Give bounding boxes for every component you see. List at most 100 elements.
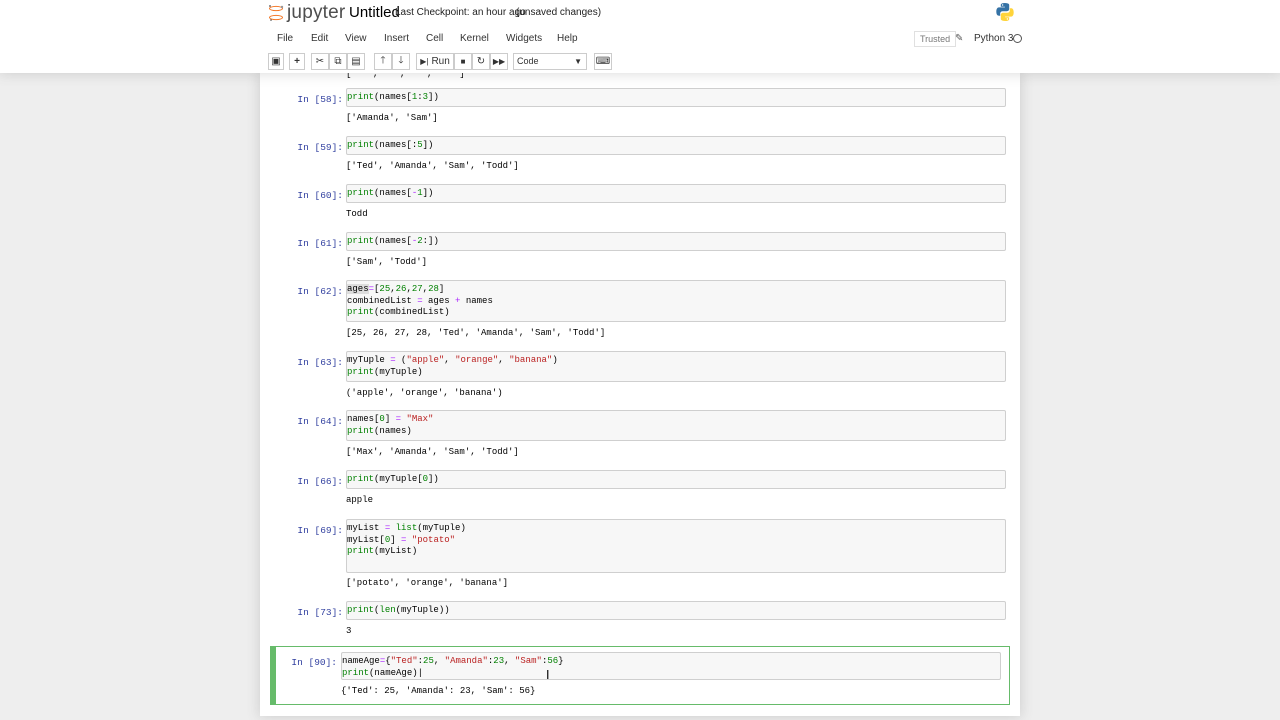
code-input[interactable]: myTuple = ("apple", "orange", "banana") … (346, 351, 1006, 382)
code-cell[interactable]: In [61]: print(names[-2:]) ['Sam', 'Todd… (270, 232, 1010, 278)
cell-type-value: Code (517, 56, 539, 66)
code-cell[interactable]: In [73]: print(len(myTuple)) 3 (270, 601, 1010, 647)
cell-output: ['Sam', 'Todd'] (346, 257, 428, 267)
code-line: nameAge={"Ted":25, "Amanda":23, "Sam":56… (342, 656, 564, 666)
kernel-idle-icon (1013, 34, 1022, 43)
pencil-icon[interactable]: ✎ (955, 33, 963, 44)
code-cell[interactable]: In [59]: print(names[:5]) ['Ted', 'Amand… (270, 136, 1010, 182)
command-palette-button[interactable]: ⌨ (594, 53, 612, 70)
cell-type-select[interactable]: Code ▼ (513, 53, 587, 70)
input-prompt: In [58]: (297, 94, 343, 105)
code-cell[interactable]: In [64]: names[0] = "Max" print(names) [… (270, 410, 1010, 464)
move-down-button[interactable]: 🡓 (392, 53, 410, 70)
code-line: print(names[1:3]) (347, 92, 439, 102)
arrow-up-icon: 🡑 (380, 55, 386, 66)
code-input[interactable]: nameAge={"Ted":25, "Amanda":23, "Sam":56… (341, 652, 1001, 680)
notebook-site[interactable]: [ ' ', ' ', ' ', ' ' ] In [58]: print(na… (0, 73, 1280, 720)
code-line: print(names) (347, 425, 412, 436)
code-line: print(myTuple) (347, 366, 423, 377)
save-button[interactable]: ▣ (268, 53, 284, 70)
fast-forward-icon: ▶▶ (492, 57, 506, 66)
plus-icon: + (294, 56, 300, 67)
jupyter-logo-text: jupyter (287, 2, 346, 23)
code-input[interactable]: myList = list(myTuple) myList[0] = "pota… (346, 519, 1006, 573)
run-label: Run (431, 56, 450, 67)
trusted-indicator[interactable]: Trusted (914, 31, 957, 47)
paste-icon: ▤ (351, 56, 361, 67)
notebook-container: [ ' ', ' ', ' ', ' ' ] In [58]: print(na… (260, 73, 1020, 716)
code-line: print(names[:5]) (347, 140, 434, 150)
code-cell[interactable]: In [58]: print(names[1:3]) ['Amanda', 'S… (270, 88, 1010, 134)
cut-button[interactable]: ✂ (311, 53, 329, 70)
code-input[interactable]: print(names[-2:]) (346, 232, 1006, 251)
code-input[interactable]: print(names[1:3]) (346, 88, 1006, 107)
code-line: print(names[-2:]) (347, 236, 439, 246)
code-cell[interactable]: In [60]: print(names[-1]) Todd (270, 184, 1010, 230)
input-prompt: In [90]: (291, 657, 337, 668)
code-cell[interactable]: In [63]: myTuple = ("apple", "orange", "… (270, 351, 1010, 405)
code-input[interactable]: names[0] = "Max" print(names) (346, 410, 1006, 441)
cell-output: ['Ted', 'Amanda', 'Sam', 'Todd'] (346, 161, 519, 171)
jupyter-orb-icon (269, 5, 284, 21)
input-prompt: In [64]: (297, 416, 343, 427)
code-line: print(names[-1]) (347, 188, 434, 198)
cell-output: ('apple', 'orange', 'banana') (346, 388, 503, 398)
code-line: myList[0] = "potato" (347, 534, 456, 545)
chevron-down-icon: ▼ (574, 57, 582, 66)
cell-output: apple (346, 495, 374, 505)
interrupt-button[interactable]: ■ (454, 53, 472, 70)
input-prompt: In [59]: (297, 142, 343, 153)
menu-edit[interactable]: Edit (311, 33, 328, 44)
copy-icon: ⧉ (334, 56, 342, 67)
selected-cell-bar (271, 647, 276, 704)
code-input[interactable]: ages=[25,26,27,28] combinedList = ages +… (346, 280, 1006, 322)
menu-widgets[interactable]: Widgets (506, 33, 542, 44)
text-cursor-icon: I (546, 668, 550, 682)
code-line: print(combinedList) (347, 307, 450, 317)
notebook-name[interactable]: Untitled (349, 4, 400, 21)
arrow-down-icon: 🡓 (398, 55, 404, 66)
clipped-previous-output: [ ' ', ' ', ' ', ' ' ] (346, 73, 465, 79)
scissors-icon: ✂ (315, 56, 325, 67)
menu-view[interactable]: View (345, 33, 367, 44)
paste-button[interactable]: ▤ (347, 53, 365, 70)
cell-output: Todd (346, 209, 368, 219)
input-prompt: In [73]: (297, 607, 343, 618)
selected-cell[interactable]: In [90]: nameAge={"Ted":25, "Amanda":23,… (270, 646, 1010, 705)
code-line: ages=[25,26,27,28] (347, 284, 445, 294)
input-prompt: In [61]: (297, 238, 343, 249)
toolbar: ▣ + ✂ ⧉ ▤ 🡑 🡓 ▶| Run ■ ↻ ▶▶ Code ▼ ⌨ (268, 53, 1028, 71)
code-input[interactable]: print(names[-1]) (346, 184, 1006, 203)
menubar: File Edit View Insert Cell Kernel Widget… (268, 30, 1023, 48)
code-cell[interactable]: In [69]: myList = list(myTuple) myList[0… (270, 519, 1010, 591)
stop-icon: ■ (460, 57, 466, 66)
cell-output: ['Max', 'Amanda', 'Sam', 'Todd'] (346, 447, 519, 457)
input-prompt: In [62]: (297, 286, 343, 297)
restart-run-all-button[interactable]: ▶▶ (490, 53, 508, 70)
code-cell[interactable]: In [62]: ages=[25,26,27,28] combinedList… (270, 280, 1010, 342)
insert-cell-button[interactable]: + (289, 53, 305, 70)
input-prompt: In [63]: (297, 357, 343, 368)
restart-button[interactable]: ↻ (472, 53, 490, 70)
menu-cell[interactable]: Cell (426, 33, 443, 44)
menu-file[interactable]: File (277, 33, 293, 44)
code-line: myTuple = ("apple", "orange", "banana") (347, 355, 558, 365)
code-input[interactable]: print(len(myTuple)) (346, 601, 1006, 620)
cell-output: {'Ted': 25, 'Amanda': 23, 'Sam': 56} (341, 686, 536, 696)
python-logo-icon (996, 3, 1014, 21)
code-line: print(myTuple[0]) (347, 474, 439, 484)
run-button[interactable]: ▶| Run (416, 53, 454, 70)
menu-help[interactable]: Help (557, 33, 578, 44)
menu-insert[interactable]: Insert (384, 33, 409, 44)
menu-kernel[interactable]: Kernel (460, 33, 489, 44)
header: jupyter Untitled Last Checkpoint: an hou… (0, 0, 1280, 73)
code-cell[interactable]: In [66]: print(myTuple[0]) apple (270, 470, 1010, 516)
code-input[interactable]: print(names[:5]) (346, 136, 1006, 155)
move-up-button[interactable]: 🡑 (374, 53, 392, 70)
input-prompt: In [66]: (297, 476, 343, 487)
copy-button[interactable]: ⧉ (329, 53, 347, 70)
jupyter-logo[interactable]: jupyter (268, 2, 345, 24)
code-input[interactable]: print(myTuple[0]) (346, 470, 1006, 489)
refresh-icon: ↻ (476, 56, 486, 67)
checkpoint-status: Last Checkpoint: an hour ago (395, 7, 526, 18)
